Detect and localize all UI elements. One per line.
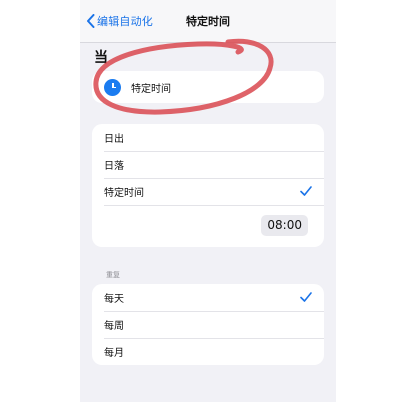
repeat-label: 每月 <box>104 348 124 359</box>
repeat-section-header: 重复 <box>106 271 120 279</box>
page-title: 特定时间 <box>186 15 230 28</box>
repeat-monthly[interactable]: 每月 <box>92 338 324 365</box>
repeat-label: 每天 <box>104 294 124 305</box>
checkmark-icon <box>300 292 312 302</box>
option-label: 日出 <box>104 134 124 145</box>
checkmark-icon <box>300 186 312 196</box>
option-specific-time[interactable]: 特定时间 <box>92 178 324 205</box>
navigation-bar: 编辑自动化 特定时间 <box>80 0 336 43</box>
option-sunrise[interactable]: 日出 <box>92 124 324 151</box>
repeat-weekly[interactable]: 每周 <box>92 311 324 338</box>
time-picker-row: 08:00 <box>92 205 324 247</box>
trigger-section-header: 当 <box>94 50 108 66</box>
clock-icon <box>104 78 121 96</box>
repeat-label: 每周 <box>104 321 124 332</box>
option-label: 日落 <box>104 161 124 172</box>
trigger-card: 特定时间 <box>92 71 324 103</box>
trigger-selected-row[interactable]: 特定时间 <box>92 71 324 103</box>
time-picker[interactable]: 08:00 <box>261 215 308 236</box>
repeat-daily[interactable]: 每天 <box>92 284 324 311</box>
option-sunset[interactable]: 日落 <box>92 151 324 178</box>
phone-screen: 编辑自动化 特定时间 当 特定时间 日出 日落 特定时间 08:00 重复 每天 <box>80 0 336 402</box>
time-type-card: 日出 日落 特定时间 08:00 <box>92 124 324 247</box>
trigger-selected-label: 特定时间 <box>131 83 171 95</box>
repeat-card: 每天 每周 每月 <box>92 284 324 365</box>
option-label: 特定时间 <box>104 188 144 199</box>
